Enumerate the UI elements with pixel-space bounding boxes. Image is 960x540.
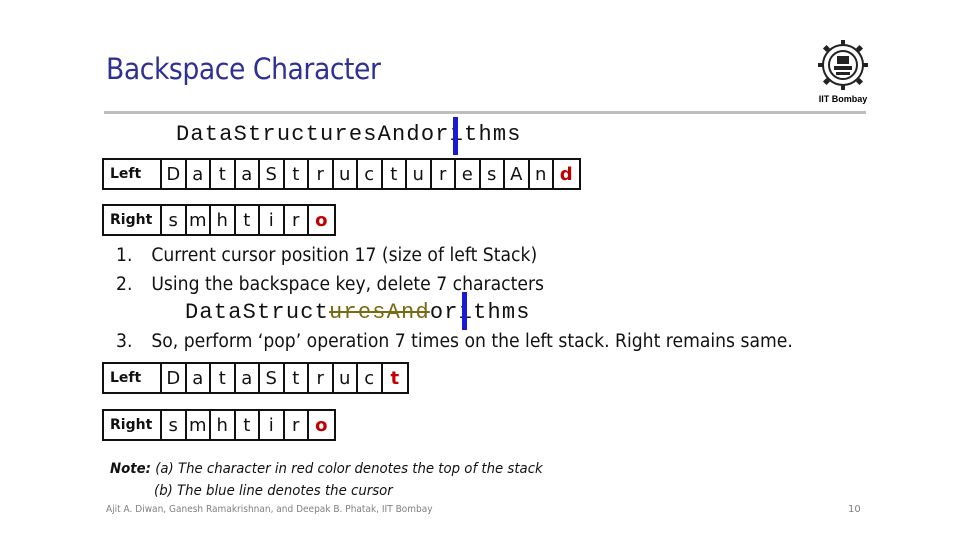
title-divider <box>104 111 866 114</box>
stack-cell: t <box>383 160 407 188</box>
text-after-deleted: uresAnd <box>329 300 430 325</box>
left-stack-after: Left DataStruct <box>102 362 409 394</box>
note-label: Note: <box>110 461 151 477</box>
stack-cell: m <box>187 206 211 234</box>
text-after: DataStructuresAndorithms <box>185 300 531 325</box>
text-before-left: DataStructuresAnd <box>176 122 421 147</box>
stack-cell: i <box>260 206 285 234</box>
stack-cell: t <box>236 206 260 234</box>
step-number: 1. <box>116 245 133 266</box>
stack-cell: a <box>236 364 260 392</box>
stack-cell: r <box>309 160 334 188</box>
stack-cell: r <box>309 364 334 392</box>
note-line-b: (b) The blue line denotes the cursor <box>154 483 393 499</box>
stack-cell: n <box>530 160 554 188</box>
cursor-after <box>462 292 467 330</box>
stack-cell: D <box>162 160 187 188</box>
logo-label: IIT Bombay <box>818 94 868 104</box>
stack-cell: t <box>285 364 309 392</box>
stack-label: Left <box>104 364 162 392</box>
stack-label: Right <box>104 411 162 439</box>
stack-cell: D <box>162 364 187 392</box>
stack-cell: r <box>285 411 309 439</box>
right-stack-after: Right smhtiro <box>102 409 336 441</box>
note-line-a: Note: (a) The character in red color den… <box>110 461 543 477</box>
stack-cell: h <box>211 411 236 439</box>
right-stack-before: Right smhtiro <box>102 204 336 236</box>
step-text: Current cursor position 17 (size of left… <box>151 245 538 266</box>
stack-cell: u <box>407 160 432 188</box>
footer-authors: Ajit A. Diwan, Ganesh Ramakrishnan, and … <box>106 504 433 515</box>
stack-cell: s <box>162 411 187 439</box>
stack-cell: a <box>236 160 260 188</box>
stack-label: Right <box>104 206 162 234</box>
note-text-b: (b) The blue line denotes the cursor <box>154 483 393 499</box>
gear-emblem-icon <box>818 40 868 90</box>
stack-cell: i <box>260 411 285 439</box>
stack-cell: r <box>285 206 309 234</box>
stack-top-cell: t <box>390 367 400 389</box>
stack-cell: t <box>211 160 236 188</box>
step-text: So, perform ‘pop’ operation 7 times on t… <box>151 331 793 352</box>
cursor-before <box>453 117 458 155</box>
stack-top-cell: o <box>315 209 328 231</box>
stack-cell: s <box>162 206 187 234</box>
stack-cell: A <box>505 160 530 188</box>
iit-bombay-logo: IIT Bombay <box>808 38 878 108</box>
stack-top-cell: d <box>559 163 573 185</box>
stack-cell: t <box>211 364 236 392</box>
note-text-a: (a) The character in red color denotes t… <box>155 461 543 477</box>
stack-cell: h <box>211 206 236 234</box>
stack-cell: e <box>456 160 481 188</box>
text-before: DataStructuresAndorithms <box>176 122 522 147</box>
stack-label: Left <box>104 160 162 188</box>
stack-cell: S <box>260 160 285 188</box>
step-3: 3. So, perform ‘pop’ operation 7 times on… <box>116 331 793 352</box>
stack-cell: c <box>358 364 383 392</box>
stack-cell: a <box>187 364 211 392</box>
left-stack-before: Left DataStructuresAnd <box>102 158 581 190</box>
text-after-right: orithms <box>429 300 531 325</box>
stack-cell: c <box>358 160 383 188</box>
page-number: 10 <box>848 504 861 515</box>
step-2: 2. Using the backspace key, delete 7 char… <box>116 274 544 295</box>
step-text: Using the backspace key, delete 7 charac… <box>151 274 545 295</box>
stack-cell: a <box>187 160 211 188</box>
stack-cell: t <box>236 411 260 439</box>
stack-cell: u <box>334 160 358 188</box>
text-after-kept: DataStruct <box>185 300 330 325</box>
stack-top-cell: o <box>315 414 328 436</box>
stack-cell: S <box>260 364 285 392</box>
stack-cell: m <box>187 411 211 439</box>
step-number: 2. <box>116 274 133 295</box>
stack-cell: t <box>285 160 309 188</box>
slide-title: Backspace Character <box>106 52 381 86</box>
text-before-right: orithms <box>420 122 522 147</box>
stack-cell: u <box>334 364 358 392</box>
stack-cell: s <box>481 160 505 188</box>
stack-cell: r <box>432 160 456 188</box>
step-1: 1. Current cursor position 17 (size of le… <box>116 245 537 266</box>
step-number: 3. <box>116 331 133 352</box>
